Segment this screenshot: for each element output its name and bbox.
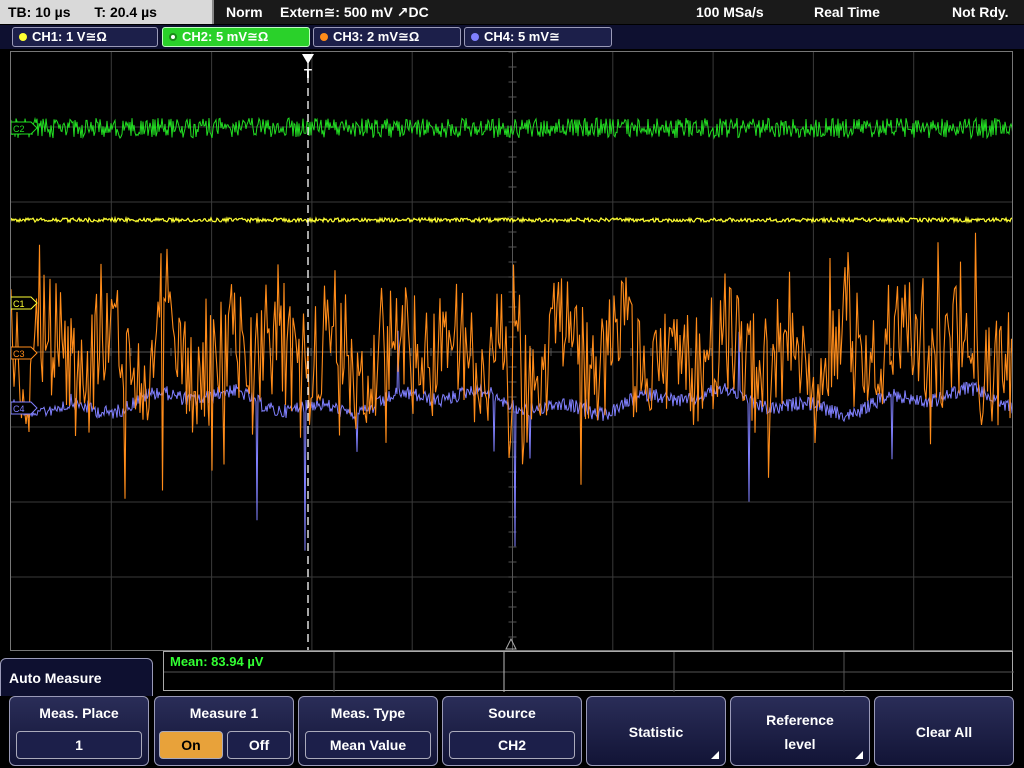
trigger-source[interactable]: Extern≅: 500 mV ↗DC [280,0,429,24]
channel-2-dot-icon [169,33,177,41]
channel-1-tab[interactable]: CH1: 1 V≅Ω [12,27,158,47]
meas-type-softkey[interactable]: Meas. Type Mean Value [298,696,438,766]
sample-rate: 100 MSa/s [696,4,764,20]
meas-place-value[interactable]: 1 [16,731,142,759]
meas-type-value[interactable]: Mean Value [305,731,431,759]
source-value[interactable]: CH2 [449,731,575,759]
submenu-arrow-icon [855,751,863,759]
waveform-canvas[interactable]: T C2 C1 C3 C4 [11,52,1013,651]
channel-3-dot-icon [320,33,328,41]
channel-1-label: CH1: 1 V≅Ω [32,29,107,44]
clear-all-softkey[interactable]: Clear All [874,696,1014,766]
acquisition-status: Not Rdy. [952,4,1009,20]
measurement-bar: Mean: 83.94 µV [163,651,1014,692]
measurement-grid [164,652,1014,692]
channel-1-dot-icon [19,33,27,41]
statistic-softkey[interactable]: Statistic [586,696,726,766]
trigger-mode[interactable]: Norm [226,0,263,24]
meas-type-label: Meas. Type [330,705,406,721]
channel-1-marker[interactable]: C1 [11,296,38,310]
source-softkey[interactable]: Source CH2 [442,696,582,766]
channel-4-label: CH4: 5 mV≅ [484,29,560,44]
channel-1-marker-label: C1 [13,299,25,309]
trigger-marker-label: T [304,66,312,81]
channel-4-tab[interactable]: CH4: 5 mV≅ [464,27,612,47]
reference-level-label: level [784,736,816,752]
channel-4-marker-label: C4 [13,404,25,414]
channel-4-marker[interactable]: C4 [11,401,38,415]
measure-1-off-button[interactable]: Off [227,731,291,759]
statistic-label: Statistic [628,724,684,740]
measure-1-softkey[interactable]: Measure 1 On Off [154,696,294,766]
timebase-box[interactable]: TB: 10 µs T: 20.4 µs [0,0,214,24]
menu-title: Auto Measure [0,658,153,698]
channel-4-dot-icon [471,33,479,41]
status-bar: TB: 10 µs T: 20.4 µs Norm Extern≅: 500 m… [0,0,1024,24]
meas-place-label: Meas. Place [39,705,119,721]
reference-label: Reference [766,712,834,728]
softkey-bar: Meas. Place 1 Measure 1 On Off Meas. Typ… [0,696,1024,768]
reference-level-softkey[interactable]: Reference level [730,696,870,766]
channel-3-marker-label: C3 [13,349,25,359]
channel-2-tab[interactable]: CH2: 5 mV≅Ω [162,27,310,47]
clear-all-label: Clear All [915,724,973,740]
channel-3-marker[interactable]: C3 [11,346,38,360]
channel-2-marker[interactable]: C2 [11,121,38,135]
source-label: Source [488,705,536,721]
submenu-arrow-icon [711,751,719,759]
channel-3-label: CH3: 2 mV≅Ω [333,29,420,44]
waveform-display[interactable]: T C2 C1 C3 C4 [10,51,1013,651]
measure-1-on-button[interactable]: On [159,731,223,759]
acquisition-mode: Real Time [814,4,880,20]
meas-place-softkey[interactable]: Meas. Place 1 [9,696,149,766]
timebase-value: TB: 10 µs [8,4,71,20]
channel-2-label: CH2: 5 mV≅Ω [182,29,269,44]
channel-2-marker-label: C2 [13,124,25,134]
trigger-time-value: T: 20.4 µs [94,4,157,20]
channel-3-tab[interactable]: CH3: 2 mV≅Ω [313,27,461,47]
measure-1-label: Measure 1 [189,705,259,721]
horizontal-position-marker-icon[interactable] [505,637,517,650]
channel-bar: CH1: 1 V≅Ω CH2: 5 mV≅Ω CH3: 2 mV≅Ω CH4: … [0,25,1024,49]
